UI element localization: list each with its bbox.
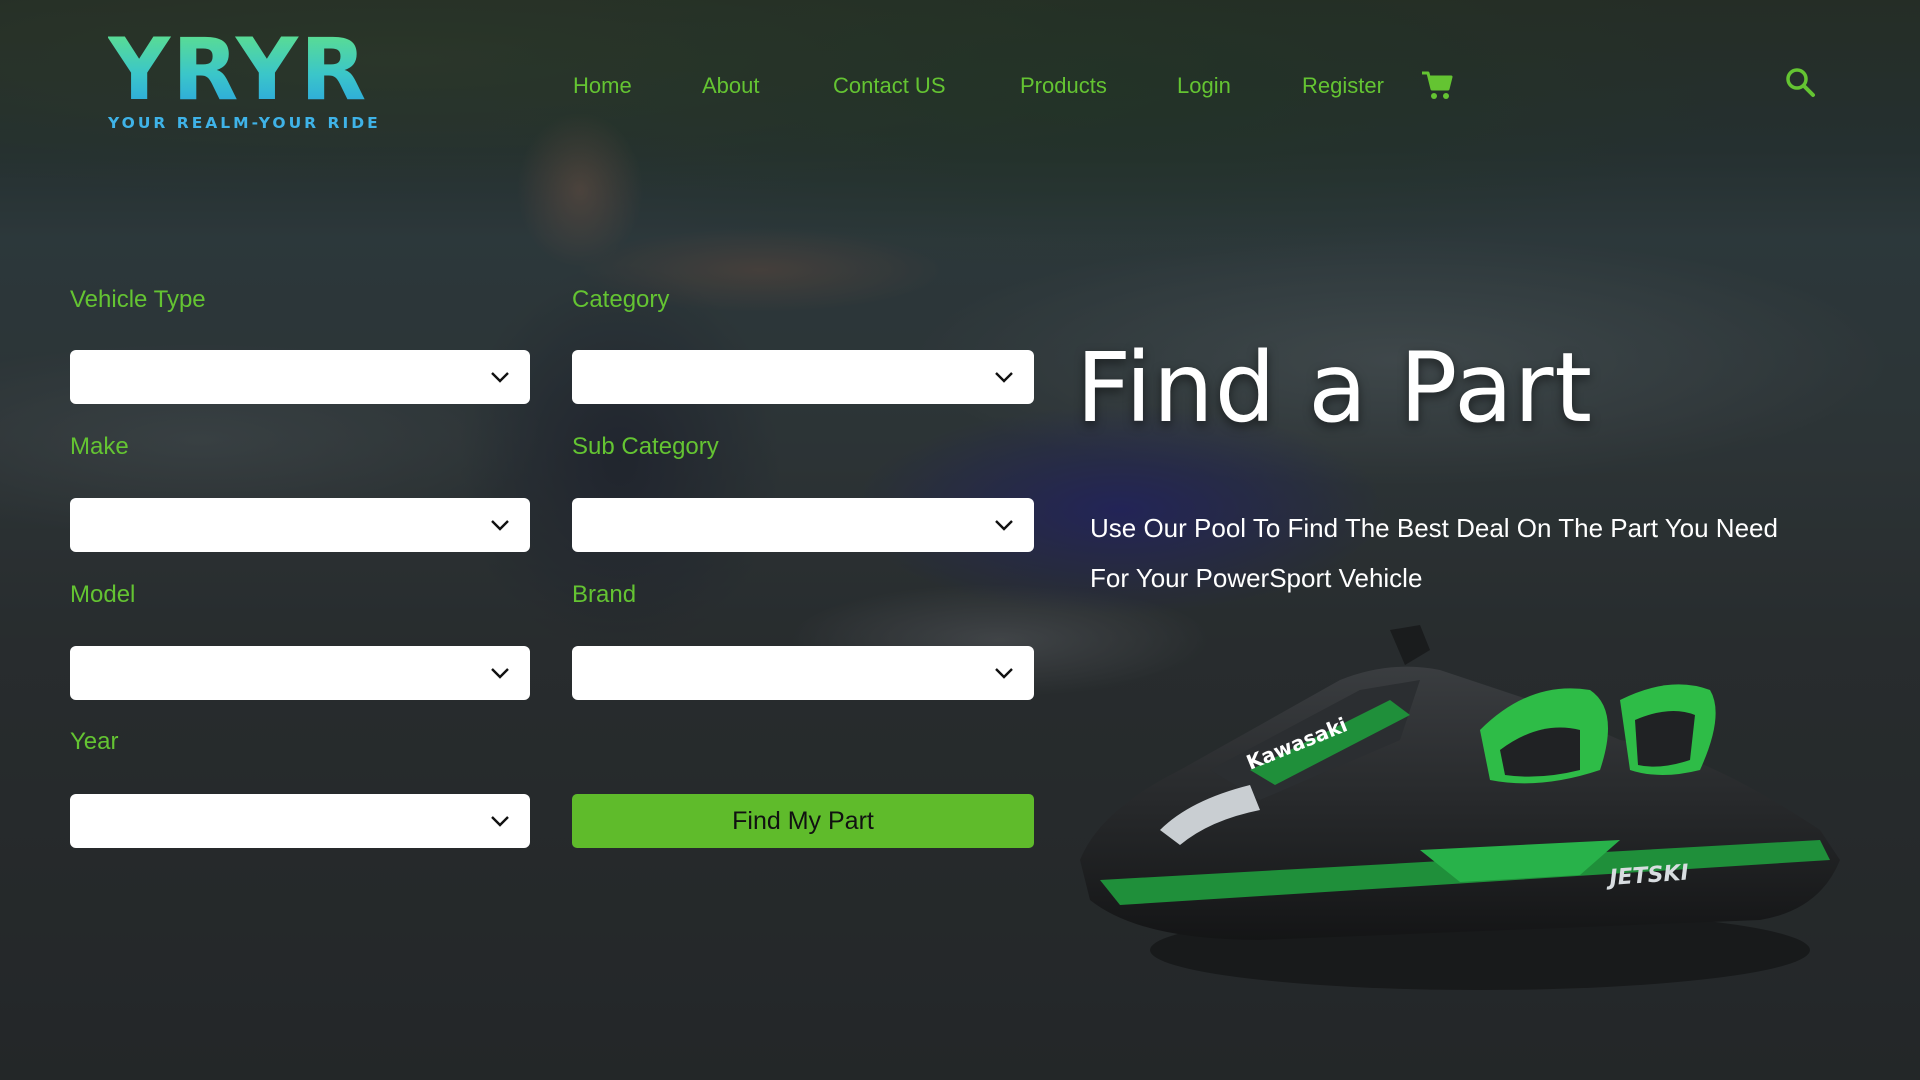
category-select[interactable] <box>572 350 1034 404</box>
hero-subtitle: Use Our Pool To Find The Best Deal On Th… <box>1090 503 1810 603</box>
search-icon[interactable] <box>1784 66 1816 98</box>
chevron-down-icon <box>491 816 509 827</box>
sub-category-label: Sub Category <box>572 433 719 460</box>
logo-tagline: YOUR REALM-YOUR RIDE <box>108 114 381 132</box>
page-title: Find a Part <box>1076 332 1594 444</box>
sub-category-select[interactable] <box>572 498 1034 552</box>
brand-select[interactable] <box>572 646 1034 700</box>
make-label: Make <box>70 433 129 460</box>
hero-subtitle-line-2: For Your PowerSport Vehicle <box>1090 563 1423 593</box>
logo-wordmark: YRYR <box>108 20 369 120</box>
brand-label: Brand <box>572 581 637 608</box>
site-logo[interactable]: YRYR YOUR REALM-YOUR RIDE <box>108 20 381 132</box>
year-select[interactable] <box>70 794 530 848</box>
jetski-product-image: Kawasaki JETSKI <box>1080 625 1840 990</box>
find-my-part-button[interactable]: Find My Part <box>572 794 1034 848</box>
year-label: Year <box>70 728 119 755</box>
model-label: Model <box>70 581 136 608</box>
nav-products[interactable]: Products <box>1020 70 1107 102</box>
chevron-down-icon <box>995 668 1013 679</box>
nav-register[interactable]: Register <box>1302 70 1384 102</box>
nav-home[interactable]: Home <box>573 70 632 102</box>
nav-contact-us[interactable]: Contact US <box>833 70 946 102</box>
chevron-down-icon <box>491 372 509 383</box>
chevron-down-icon <box>995 520 1013 531</box>
vehicle-type-label: Vehicle Type <box>70 286 206 313</box>
chevron-down-icon <box>491 520 509 531</box>
category-label: Category <box>572 286 670 313</box>
chevron-down-icon <box>995 372 1013 383</box>
chevron-down-icon <box>491 668 509 679</box>
nav-login[interactable]: Login <box>1177 70 1231 102</box>
nav-about[interactable]: About <box>702 70 760 102</box>
make-select[interactable] <box>70 498 530 552</box>
vehicle-type-select[interactable] <box>70 350 530 404</box>
cart-icon[interactable] <box>1420 68 1454 102</box>
model-select[interactable] <box>70 646 530 700</box>
hero-subtitle-line-1: Use Our Pool To Find The Best Deal On Th… <box>1090 513 1778 543</box>
